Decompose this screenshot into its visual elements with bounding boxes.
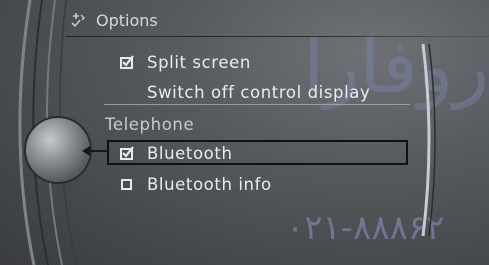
menu-item-switch-off-display[interactable]: Switch off control display	[147, 78, 370, 106]
section-label-telephone: Telephone	[105, 114, 195, 134]
header-divider	[66, 36, 489, 37]
checkbox-unchecked-icon	[121, 179, 132, 190]
menu-item-label: Split screen	[147, 52, 251, 72]
controller-knob-icon[interactable]	[26, 118, 90, 182]
menu-item-label: Bluetooth	[147, 143, 233, 163]
checkbox-checked-icon	[120, 146, 134, 160]
options-icon	[71, 13, 85, 28]
header-title: Options	[96, 10, 158, 30]
section-separator	[104, 104, 410, 105]
menu-item-label: Switch off control display	[147, 82, 371, 102]
menu-item-label: Bluetooth info	[147, 174, 272, 194]
scroll-indicator	[421, 43, 436, 237]
checkbox-checked-icon	[120, 55, 134, 69]
menu-item-bluetooth[interactable]: Bluetooth	[120, 139, 233, 167]
menu-item-bluetooth-info[interactable]: Bluetooth info	[120, 170, 272, 198]
pointer-arrow-icon	[82, 146, 90, 156]
menu-item-split-screen[interactable]: Split screen	[120, 48, 251, 76]
options-header: Options	[70, 7, 158, 33]
idrive-screen: روفارا ۰۲۱-۸۸۸۶۲ Options Split screen Sw…	[0, 0, 489, 265]
